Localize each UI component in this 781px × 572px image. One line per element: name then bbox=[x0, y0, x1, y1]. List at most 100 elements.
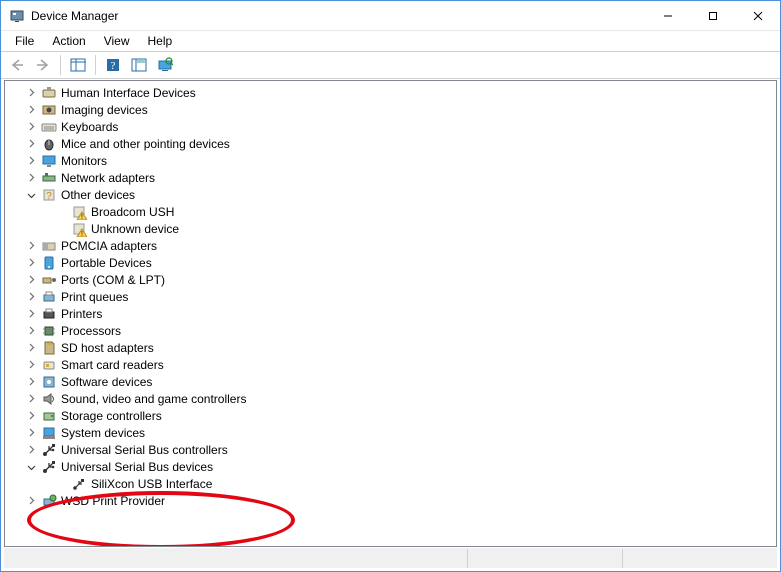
hid-icon bbox=[41, 85, 57, 101]
chevron-right-icon[interactable] bbox=[25, 342, 37, 354]
maximize-button[interactable] bbox=[690, 1, 735, 30]
category-printq[interactable]: Print queues bbox=[5, 288, 776, 305]
monitor-icon bbox=[41, 153, 57, 169]
chevron-down-icon[interactable] bbox=[25, 461, 37, 473]
scan-hardware-button[interactable] bbox=[153, 54, 177, 76]
category-sound[interactable]: Sound, video and game controllers bbox=[5, 390, 776, 407]
cpu-icon bbox=[41, 323, 57, 339]
chevron-right-icon[interactable] bbox=[25, 257, 37, 269]
chevron-down-icon[interactable] bbox=[25, 189, 37, 201]
category-label: Print queues bbox=[61, 290, 128, 304]
chevron-right-icon[interactable] bbox=[25, 325, 37, 337]
storage-icon bbox=[41, 408, 57, 424]
svg-text:?: ? bbox=[111, 60, 116, 72]
help-button[interactable]: ? bbox=[101, 54, 125, 76]
chevron-right-icon[interactable] bbox=[25, 427, 37, 439]
chevron-right-icon[interactable] bbox=[25, 376, 37, 388]
app-icon bbox=[9, 8, 25, 24]
chevron-right-icon[interactable] bbox=[25, 291, 37, 303]
chevron-right-icon[interactable] bbox=[25, 393, 37, 405]
category-wsd[interactable]: WSD Print Provider bbox=[5, 492, 776, 509]
category-label: Ports (COM & LPT) bbox=[61, 273, 165, 287]
category-cpu[interactable]: Processors bbox=[5, 322, 776, 339]
category-label: Printers bbox=[61, 307, 102, 321]
category-hid[interactable]: Human Interface Devices bbox=[5, 84, 776, 101]
minimize-button[interactable] bbox=[645, 1, 690, 30]
category-system[interactable]: System devices bbox=[5, 424, 776, 441]
warn-icon: ! bbox=[71, 221, 87, 237]
statusbar bbox=[4, 548, 777, 568]
category-label: Other devices bbox=[61, 188, 135, 202]
device-tree-scroll[interactable]: Human Interface DevicesImaging devices Ke… bbox=[5, 81, 776, 546]
mouse-icon bbox=[41, 136, 57, 152]
category-usbctrl[interactable]: Universal Serial Bus controllers bbox=[5, 441, 776, 458]
show-hide-tree-button[interactable] bbox=[66, 54, 90, 76]
close-button[interactable] bbox=[735, 1, 780, 30]
chevron-right-icon[interactable] bbox=[25, 308, 37, 320]
category-network[interactable]: Network adapters bbox=[5, 169, 776, 186]
menu-help[interactable]: Help bbox=[140, 32, 181, 50]
device-tree: Human Interface DevicesImaging devices Ke… bbox=[5, 84, 776, 509]
category-label: PCMCIA adapters bbox=[61, 239, 157, 253]
wsd-icon bbox=[41, 493, 57, 509]
category-usbdev[interactable]: Universal Serial Bus devices bbox=[5, 458, 776, 475]
menu-action[interactable]: Action bbox=[44, 32, 93, 50]
chevron-right-icon[interactable] bbox=[25, 138, 37, 150]
category-label: Keyboards bbox=[61, 120, 118, 134]
window-title: Device Manager bbox=[31, 9, 118, 23]
status-cell bbox=[622, 549, 777, 568]
chevron-right-icon[interactable] bbox=[25, 359, 37, 371]
keyboard-icon bbox=[41, 119, 57, 135]
chevron-right-icon[interactable] bbox=[25, 495, 37, 507]
printer-icon bbox=[41, 306, 57, 322]
category-label: WSD Print Provider bbox=[61, 494, 165, 508]
category-label: SD host adapters bbox=[61, 341, 154, 355]
back-button[interactable] bbox=[5, 54, 29, 76]
category-smart[interactable]: Smart card readers bbox=[5, 356, 776, 373]
chevron-right-icon[interactable] bbox=[25, 240, 37, 252]
category-printer[interactable]: Printers bbox=[5, 305, 776, 322]
category-label: Human Interface Devices bbox=[61, 86, 196, 100]
chevron-right-icon[interactable] bbox=[25, 104, 37, 116]
category-portable[interactable]: Portable Devices bbox=[5, 254, 776, 271]
svg-text:?: ? bbox=[46, 191, 52, 202]
category-sd[interactable]: SD host adapters bbox=[5, 339, 776, 356]
properties-button[interactable] bbox=[127, 54, 151, 76]
category-storage[interactable]: Storage controllers bbox=[5, 407, 776, 424]
category-ports[interactable]: Ports (COM & LPT) bbox=[5, 271, 776, 288]
device-item[interactable]: ! Unknown device bbox=[5, 220, 776, 237]
chevron-right-icon[interactable] bbox=[25, 410, 37, 422]
category-imaging[interactable]: Imaging devices bbox=[5, 101, 776, 118]
category-label: Sound, video and game controllers bbox=[61, 392, 246, 406]
category-mouse[interactable]: Mice and other pointing devices bbox=[5, 135, 776, 152]
imaging-icon bbox=[41, 102, 57, 118]
sd-icon bbox=[41, 340, 57, 356]
chevron-right-icon[interactable] bbox=[25, 274, 37, 286]
category-pcmcia[interactable]: PCMCIA adapters bbox=[5, 237, 776, 254]
system-icon bbox=[41, 425, 57, 441]
forward-button[interactable] bbox=[31, 54, 55, 76]
toolbar-separator bbox=[60, 55, 61, 75]
category-label: Processors bbox=[61, 324, 121, 338]
soft-icon bbox=[41, 374, 57, 390]
device-item[interactable]: SiliXcon USB Interface bbox=[5, 475, 776, 492]
device-label: Unknown device bbox=[91, 222, 179, 236]
category-keyboard[interactable]: Keyboards bbox=[5, 118, 776, 135]
chevron-right-icon[interactable] bbox=[25, 444, 37, 456]
category-other[interactable]: ? Other devices bbox=[5, 186, 776, 203]
titlebar: Device Manager bbox=[1, 1, 780, 31]
chevron-right-icon[interactable] bbox=[25, 121, 37, 133]
chevron-right-icon[interactable] bbox=[25, 172, 37, 184]
category-soft[interactable]: Software devices bbox=[5, 373, 776, 390]
device-item[interactable]: !Broadcom USH bbox=[5, 203, 776, 220]
category-monitor[interactable]: Monitors bbox=[5, 152, 776, 169]
menu-view[interactable]: View bbox=[96, 32, 138, 50]
device-label: SiliXcon USB Interface bbox=[91, 477, 212, 491]
usbctrl-icon bbox=[41, 442, 57, 458]
chevron-right-icon[interactable] bbox=[25, 155, 37, 167]
svg-text:!: ! bbox=[81, 214, 83, 220]
menu-file[interactable]: File bbox=[7, 32, 42, 50]
svg-text:!: ! bbox=[81, 231, 83, 237]
network-icon bbox=[41, 170, 57, 186]
chevron-right-icon[interactable] bbox=[25, 87, 37, 99]
